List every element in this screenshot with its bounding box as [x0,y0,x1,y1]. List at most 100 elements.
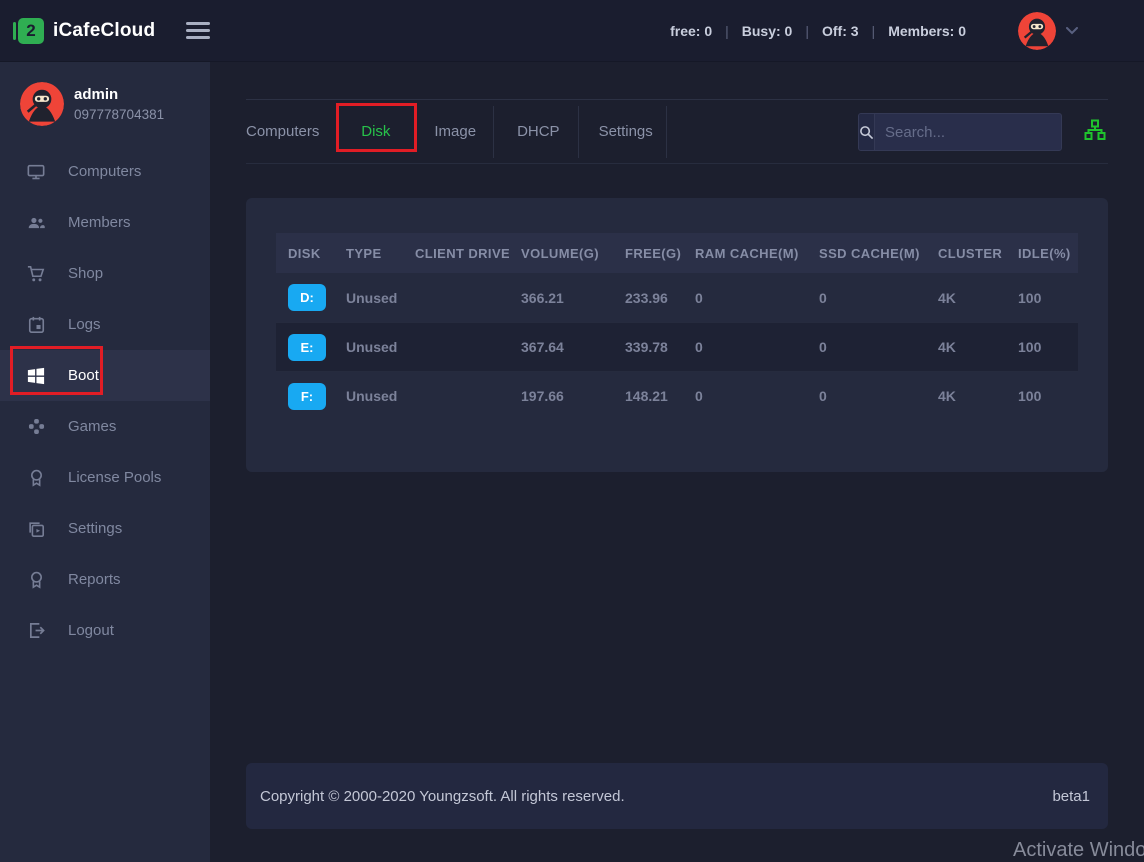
col-disk: DISK [276,246,334,261]
search-icon[interactable] [859,114,875,150]
sidebar-item-label: Members [68,214,131,231]
col-volume: VOLUME(G) [509,246,613,261]
cell-ssd-cache: 0 [807,290,926,306]
people-icon [26,215,46,231]
cell-cluster: 4K [926,290,1006,306]
tab-image[interactable]: Image [434,123,493,140]
sidebar-item-label: Shop [68,265,103,282]
sidebar-item-shop[interactable]: Shop [0,248,210,299]
cell-type: Unused [334,388,403,404]
disk-table-card: DISK TYPE CLIENT DRIVE VOLUME(G) FREE(G)… [246,198,1108,472]
monitor-icon [26,163,46,181]
cell-free: 148.21 [613,388,683,404]
layers-icon [26,520,46,538]
disk-badge[interactable]: F: [288,383,326,410]
cell-type: Unused [334,339,403,355]
sidebar-item-label: Reports [68,571,121,588]
sidebar-nav: Computers Members Shop Logs Boot [0,146,210,656]
cart-icon [26,265,46,283]
table-row[interactable]: E: Unused 367.64 339.78 0 0 4K 100 [276,322,1078,371]
cell-ram-cache: 0 [683,290,807,306]
col-free: FREE(G) [613,246,683,261]
disk-badge[interactable]: D: [288,284,326,311]
cell-free: 233.96 [613,290,683,306]
disk-table: DISK TYPE CLIENT DRIVE VOLUME(G) FREE(G)… [276,233,1078,420]
cell-ram-cache: 0 [683,339,807,355]
footer: Copyright © 2000-2020 Youngzsoft. All ri… [246,763,1108,829]
col-client-drive: CLIENT DRIVE [403,246,509,261]
cell-cluster: 4K [926,388,1006,404]
copyright-text: Copyright © 2000-2020 Youngzsoft. All ri… [260,788,625,805]
tab-dhcp[interactable]: DHCP [494,123,578,140]
badge-icon [26,469,46,487]
sidebar-item-license-pools[interactable]: License Pools [0,452,210,503]
sidebar-item-reports[interactable]: Reports [0,554,210,605]
tab-settings[interactable]: Settings [579,123,666,140]
user-name: admin [74,86,164,103]
sidebar-item-computers[interactable]: Computers [0,146,210,197]
off-count: Off: 3 [822,23,859,39]
sidebar-item-logout[interactable]: Logout [0,605,210,656]
avatar [20,82,64,126]
cell-idle: 100 [1006,290,1078,306]
network-topology-icon[interactable] [1084,119,1106,144]
search-box [858,113,1062,151]
col-ram-cache: RAM CACHE(M) [683,246,807,261]
disk-badge[interactable]: E: [288,334,326,361]
brand-icon: 2 [18,18,44,44]
col-ssd-cache: SSD CACHE(M) [807,246,926,261]
cell-volume: 197.66 [509,388,613,404]
hamburger-icon [186,22,210,25]
busy-count: Busy: 0 [742,23,793,39]
sidebar-item-games[interactable]: Games [0,401,210,452]
windows-icon [26,367,46,385]
chevron-down-icon [1066,27,1078,35]
cell-type: Unused [334,290,403,306]
activate-windows-watermark: Activate Windows [1013,839,1144,862]
table-row[interactable]: D: Unused 366.21 233.96 0 0 4K 100 [276,273,1078,322]
cell-free: 339.78 [613,339,683,355]
sidebar-item-boot[interactable]: Boot [0,350,210,401]
cell-idle: 100 [1006,388,1078,404]
sidebar-user: admin 097778704381 [0,62,210,142]
tab-computers[interactable]: Computers [246,123,319,140]
sidebar: admin 097778704381 Computers Members Sho… [0,62,210,862]
sidebar-item-label: Boot [68,367,99,384]
sidebar-item-members[interactable]: Members [0,197,210,248]
sidebar-item-label: Settings [68,520,122,537]
cell-volume: 367.64 [509,339,613,355]
cell-cluster: 4K [926,339,1006,355]
search-input[interactable] [875,114,1062,150]
col-type: TYPE [334,246,403,261]
brand-logo[interactable]: 2 iCafeCloud [18,18,166,44]
status-counters: free: 0 | Busy: 0 | Off: 3 | Members: 0 [670,23,966,39]
topbar: 2 iCafeCloud free: 0 | Busy: 0 | Off: 3 … [0,0,1144,62]
table-row[interactable]: F: Unused 197.66 148.21 0 0 4K 100 [276,371,1078,420]
sidebar-item-label: Logs [68,316,101,333]
tab-disk[interactable]: Disk [335,123,416,140]
user-phone: 097778704381 [74,107,164,122]
table-header-row: DISK TYPE CLIENT DRIVE VOLUME(G) FREE(G)… [276,233,1078,273]
cell-ssd-cache: 0 [807,388,926,404]
sidebar-item-settings[interactable]: Settings [0,503,210,554]
gamepad-icon [26,418,46,435]
members-count: Members: 0 [888,23,966,39]
col-cluster: CLUSTER [926,246,1006,261]
sidebar-item-logs[interactable]: Logs [0,299,210,350]
cell-volume: 366.21 [509,290,613,306]
logout-icon [26,622,46,639]
badge-icon [26,571,46,589]
free-count: free: 0 [670,23,712,39]
sidebar-item-label: Logout [68,622,114,639]
col-idle: IDLE(%) [1006,246,1078,261]
avatar[interactable] [1018,12,1056,50]
menu-toggle-button[interactable] [180,12,216,49]
tab-bar: Computers Disk Image DHCP Settings [246,99,1108,164]
user-menu[interactable] [1018,12,1078,50]
version-label: beta1 [1052,788,1090,805]
calendar-icon [26,316,46,334]
sidebar-item-label: License Pools [68,469,161,486]
brand-name: iCafeCloud [53,20,155,42]
cell-idle: 100 [1006,339,1078,355]
cell-ssd-cache: 0 [807,339,926,355]
